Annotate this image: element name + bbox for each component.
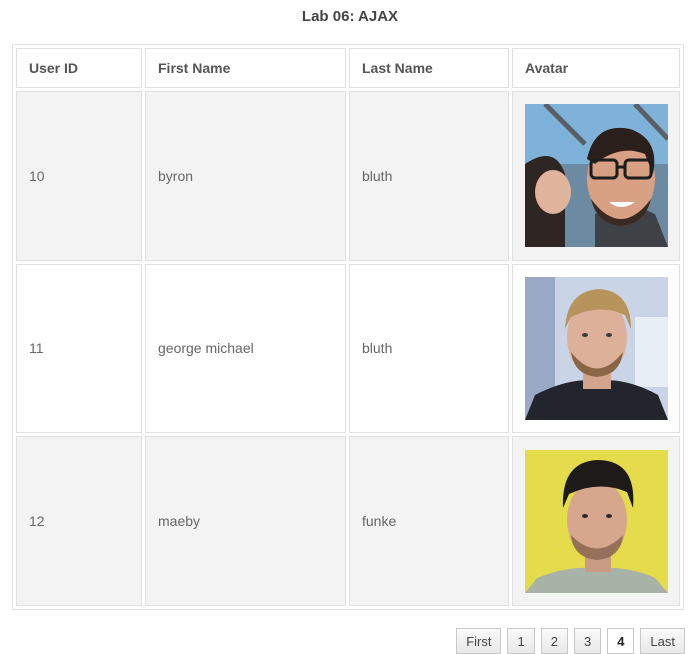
cell-first-name: maeby: [145, 436, 346, 606]
header-last-name: Last Name: [349, 48, 509, 88]
pagination-first-button[interactable]: First: [456, 628, 502, 654]
cell-avatar: [512, 91, 680, 261]
cell-first-name: byron: [145, 91, 346, 261]
header-user-id: User ID: [16, 48, 142, 88]
cell-user-id: 10: [16, 91, 142, 261]
cell-first-name: george michael: [145, 263, 346, 434]
cell-avatar: [512, 263, 680, 434]
table-row: 12 maeby funke: [16, 436, 680, 606]
table-row: 10 byron bluth: [16, 91, 680, 261]
pagination-page-4[interactable]: 4: [607, 628, 635, 654]
pagination-page-1[interactable]: 1: [507, 628, 535, 654]
users-table: User ID First Name Last Name Avatar 10 b…: [12, 44, 684, 610]
page-title: Lab 06: AJAX: [301, 8, 399, 25]
pagination-page-3[interactable]: 3: [573, 628, 602, 654]
cell-user-id: 12: [16, 436, 142, 606]
pagination-last-button[interactable]: Last: [640, 628, 685, 654]
cell-user-id: 11: [16, 263, 142, 434]
cell-last-name: funke: [349, 436, 509, 606]
cell-last-name: bluth: [349, 91, 509, 261]
header-avatar: Avatar: [512, 48, 680, 88]
table-row: 11 george michael bluth: [16, 263, 680, 434]
cell-last-name: bluth: [349, 263, 509, 434]
avatar: [525, 449, 668, 593]
avatar: [525, 276, 668, 420]
table-header-row: User ID First Name Last Name Avatar: [16, 48, 680, 88]
avatar: [525, 104, 668, 248]
pagination: First 1 2 3 4 Last: [456, 628, 685, 654]
pagination-page-2[interactable]: 2: [540, 628, 568, 654]
cell-avatar: [512, 436, 680, 606]
header-first-name: First Name: [145, 48, 346, 88]
